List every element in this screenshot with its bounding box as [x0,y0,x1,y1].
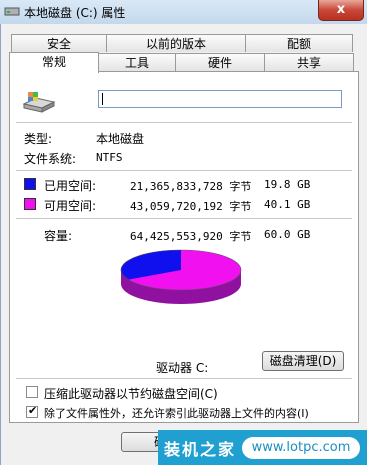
type-label: 类型: [24,132,53,146]
used-space-swatch [24,178,36,190]
capacity-size: 60.0 GB [264,228,311,241]
separator [16,218,352,219]
title-bar: 本地磁盘 (C:) 属性 x [0,0,367,24]
disk-cleanup-button[interactable]: 磁盘清理(D) [262,351,344,371]
close-button[interactable]: x [318,0,364,21]
text-caret [102,93,103,105]
tab-sharing[interactable]: 共享 [264,53,354,71]
tab-quota[interactable]: 配额 [245,34,353,52]
tab-security[interactable]: 安全 [11,34,107,52]
watermark-url: www.lotpc.com [242,437,360,459]
separator [16,122,352,123]
tab-tools[interactable]: 工具 [98,53,176,71]
free-space-size: 40.1 GB [264,198,311,211]
free-space-label: 可用空间: [44,199,97,213]
drive-icon [22,92,56,113]
tab-general[interactable]: 常规 [9,52,99,73]
check-icon: ✔ [28,404,38,417]
free-space-swatch [24,198,36,210]
compress-label: 压缩此驱动器以节约磁盘空间(C) [44,387,218,401]
window-title: 本地磁盘 (C:) 属性 [24,6,126,20]
index-label: 除了文件属性外，还允许索引此驱动器上文件的内容(I) [44,407,309,420]
compress-checkbox[interactable] [26,386,38,398]
separator [16,170,352,171]
watermark-banner: 装机之家 www.lotpc.com [158,430,367,465]
tab-previous-versions[interactable]: 以前的版本 [106,34,246,52]
used-space-bytes: 21,365,833,728 字节 [130,180,252,193]
file-system-value: NTFS [96,151,123,164]
free-space-bytes: 43,059,720,192 字节 [130,200,252,213]
watermark-brand: 装机之家 [164,440,237,459]
general-panel: 类型: 本地磁盘 文件系统: NTFS 已用空间: 21,365,833,728… [9,71,359,423]
volume-name-input[interactable] [98,90,342,108]
drive-letter-label: 驱动器 C: [156,361,209,375]
used-space-size: 19.8 GB [264,178,311,191]
separator [16,378,352,379]
file-system-label: 文件系统: [24,152,77,166]
tab-hardware[interactable]: 硬件 [175,53,265,71]
drive-icon [4,7,20,16]
close-icon: x [336,2,346,17]
capacity-label: 容量: [44,229,73,243]
properties-dialog: 安全 以前的版本 配额 常规 工具 硬件 共享 类型: 本地磁盘 文件系统: N… [0,24,367,465]
disk-usage-pie [120,249,242,304]
used-space-label: 已用空间: [44,179,97,193]
type-value: 本地磁盘 [96,132,145,146]
index-checkbox[interactable]: ✔ [26,404,38,418]
